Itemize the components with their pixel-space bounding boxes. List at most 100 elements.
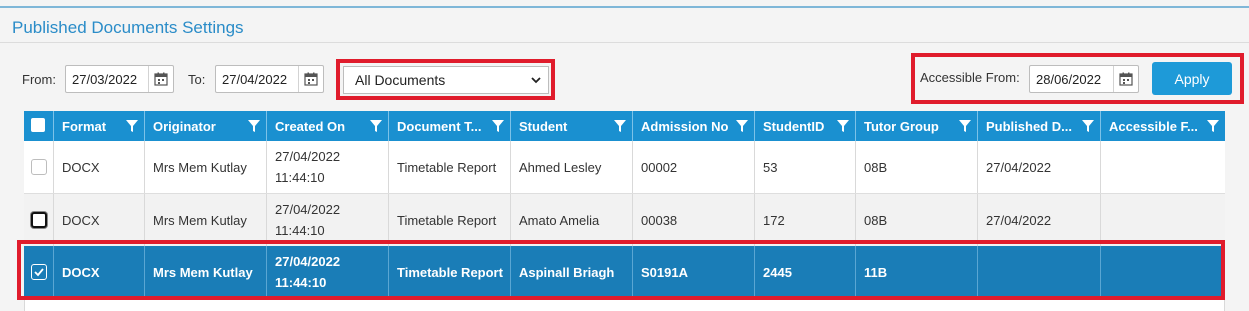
cell-originator: Mrs Mem Kutlay bbox=[145, 246, 267, 298]
header-select-all-cell bbox=[24, 111, 54, 141]
from-label: From: bbox=[22, 72, 56, 87]
cell-originator-text: Mrs Mem Kutlay bbox=[153, 265, 253, 280]
header-tutor-group[interactable]: Tutor Group bbox=[856, 111, 978, 141]
cell-student-id: 2445 bbox=[755, 246, 856, 298]
chevron-down-icon[interactable] bbox=[530, 74, 542, 86]
cell-tutor-group: 11B bbox=[856, 246, 978, 298]
cell-tutor-group: 08B bbox=[856, 141, 978, 193]
header-student-id[interactable]: StudentID bbox=[755, 111, 856, 141]
grid-header: Format Originator Created On Document T.… bbox=[24, 111, 1225, 141]
header-admission-no-label: Admission No bbox=[641, 119, 729, 134]
from-date-value[interactable]: 27/03/2022 bbox=[72, 72, 137, 87]
table-row-selected[interactable]: DOCX Mrs Mem Kutlay 27/04/2022 11:44:10 T… bbox=[24, 246, 1225, 298]
filter-icon[interactable] bbox=[959, 120, 971, 132]
row-checkbox[interactable] bbox=[31, 212, 47, 228]
cell-published-date bbox=[978, 246, 1101, 298]
cell-accessible-from bbox=[1101, 141, 1225, 193]
cell-admission-no: S0191A bbox=[633, 246, 755, 298]
cell-student-text: Aspinall Briagh bbox=[519, 265, 615, 280]
checkmark-icon bbox=[34, 268, 44, 277]
calendar-icon[interactable] bbox=[148, 66, 173, 92]
cell-document-type: Timetable Report bbox=[389, 246, 511, 298]
row-checkbox[interactable] bbox=[31, 159, 47, 175]
header-created-on[interactable]: Created On bbox=[267, 111, 389, 141]
cell-student-id: 53 bbox=[755, 141, 856, 193]
header-published-date[interactable]: Published D... bbox=[978, 111, 1101, 141]
cell-student-id-text: 172 bbox=[763, 213, 785, 228]
document-filter-value[interactable]: All Documents bbox=[355, 72, 445, 88]
cell-admission-no-text: 00002 bbox=[641, 160, 678, 175]
table-row[interactable]: DOCX Mrs Mem Kutlay 27/04/2022 11:44:10 T… bbox=[24, 194, 1225, 247]
cell-student-id: 172 bbox=[755, 194, 856, 246]
to-date-value[interactable]: 27/04/2022 bbox=[222, 72, 287, 87]
header-accessible-from[interactable]: Accessible F... bbox=[1101, 111, 1225, 141]
select-all-checkbox[interactable] bbox=[31, 118, 45, 132]
panel-title: Published Documents Settings bbox=[12, 18, 244, 37]
header-published-date-label: Published D... bbox=[986, 119, 1072, 134]
row-checkbox-checked[interactable] bbox=[31, 264, 47, 280]
title-divider bbox=[0, 42, 1249, 43]
header-student[interactable]: Student bbox=[511, 111, 633, 141]
cell-published-date: 27/04/2022 bbox=[978, 194, 1101, 246]
cell-tutor-group-text: 08B bbox=[864, 160, 888, 175]
cell-student: Amato Amelia bbox=[511, 194, 633, 246]
row-select-cell bbox=[24, 194, 54, 246]
cell-admission-no-text: 00038 bbox=[641, 213, 678, 228]
accessible-from-date-input[interactable]: 28/06/2022 bbox=[1029, 65, 1139, 93]
cell-published-date: 27/04/2022 bbox=[978, 141, 1101, 193]
document-filter-select[interactable]: All Documents bbox=[343, 66, 549, 94]
cell-tutor-group-text: 08B bbox=[864, 213, 888, 228]
cell-student: Aspinall Briagh bbox=[511, 246, 633, 298]
cell-created-on: 27/04/2022 11:44:10 bbox=[267, 246, 389, 298]
to-date-input[interactable]: 27/04/2022 bbox=[215, 65, 324, 93]
cell-tutor-group-text: 11B bbox=[864, 265, 888, 280]
cell-admission-no-text: S0191A bbox=[641, 265, 688, 280]
filter-icon[interactable] bbox=[492, 120, 504, 132]
cell-created-on: 27/04/2022 11:44:10 bbox=[267, 194, 389, 246]
cell-document-type-text: Timetable Report bbox=[397, 160, 497, 175]
cell-created-date: 27/04/2022 bbox=[275, 149, 341, 164]
filter-icon[interactable] bbox=[1082, 120, 1094, 132]
cell-admission-no: 00002 bbox=[633, 141, 755, 193]
cell-student-id-text: 2445 bbox=[763, 265, 792, 280]
header-format[interactable]: Format bbox=[54, 111, 145, 141]
header-admission-no[interactable]: Admission No bbox=[633, 111, 755, 141]
cell-format-text: DOCX bbox=[62, 213, 100, 228]
header-document-type-label: Document T... bbox=[397, 119, 482, 134]
apply-button[interactable]: Apply bbox=[1152, 62, 1232, 95]
cell-format: DOCX bbox=[54, 246, 145, 298]
cell-student-id-text: 53 bbox=[763, 160, 778, 175]
filter-icon[interactable] bbox=[126, 120, 138, 132]
cell-format-text: DOCX bbox=[62, 160, 100, 175]
cell-document-type: Timetable Report bbox=[389, 141, 511, 193]
filter-icon[interactable] bbox=[1207, 120, 1219, 132]
cell-student: Ahmed Lesley bbox=[511, 141, 633, 193]
cell-student-text: Ahmed Lesley bbox=[519, 160, 602, 175]
cell-published-date-text: 27/04/2022 bbox=[986, 213, 1052, 228]
row-select-cell bbox=[24, 246, 54, 298]
filter-icon[interactable] bbox=[614, 120, 626, 132]
calendar-icon[interactable] bbox=[1113, 66, 1138, 92]
accessible-from-date-value[interactable]: 28/06/2022 bbox=[1036, 72, 1101, 87]
cell-created-time: 11:44:10 bbox=[275, 170, 325, 185]
cell-accessible-from bbox=[1101, 246, 1225, 298]
calendar-icon[interactable] bbox=[298, 66, 323, 92]
cell-created-time: 11:44:10 bbox=[275, 223, 325, 238]
cell-format-text: DOCX bbox=[62, 265, 100, 280]
filter-icon[interactable] bbox=[370, 120, 382, 132]
cell-format: DOCX bbox=[54, 194, 145, 246]
filter-icon[interactable] bbox=[837, 120, 849, 132]
table-row[interactable]: DOCX Mrs Mem Kutlay 27/04/2022 11:44:10 T… bbox=[24, 141, 1225, 194]
top-rule bbox=[0, 6, 1249, 8]
header-originator-label: Originator bbox=[153, 119, 216, 134]
cell-originator-text: Mrs Mem Kutlay bbox=[153, 213, 247, 228]
cell-format: DOCX bbox=[54, 141, 145, 193]
header-originator[interactable]: Originator bbox=[145, 111, 267, 141]
from-date-input[interactable]: 27/03/2022 bbox=[65, 65, 174, 93]
filter-icon[interactable] bbox=[736, 120, 748, 132]
to-label: To: bbox=[188, 72, 206, 87]
header-document-type[interactable]: Document T... bbox=[389, 111, 511, 141]
filter-icon[interactable] bbox=[248, 120, 260, 132]
accessible-from-label: Accessible From: bbox=[920, 70, 1020, 85]
cell-accessible-from bbox=[1101, 194, 1225, 246]
